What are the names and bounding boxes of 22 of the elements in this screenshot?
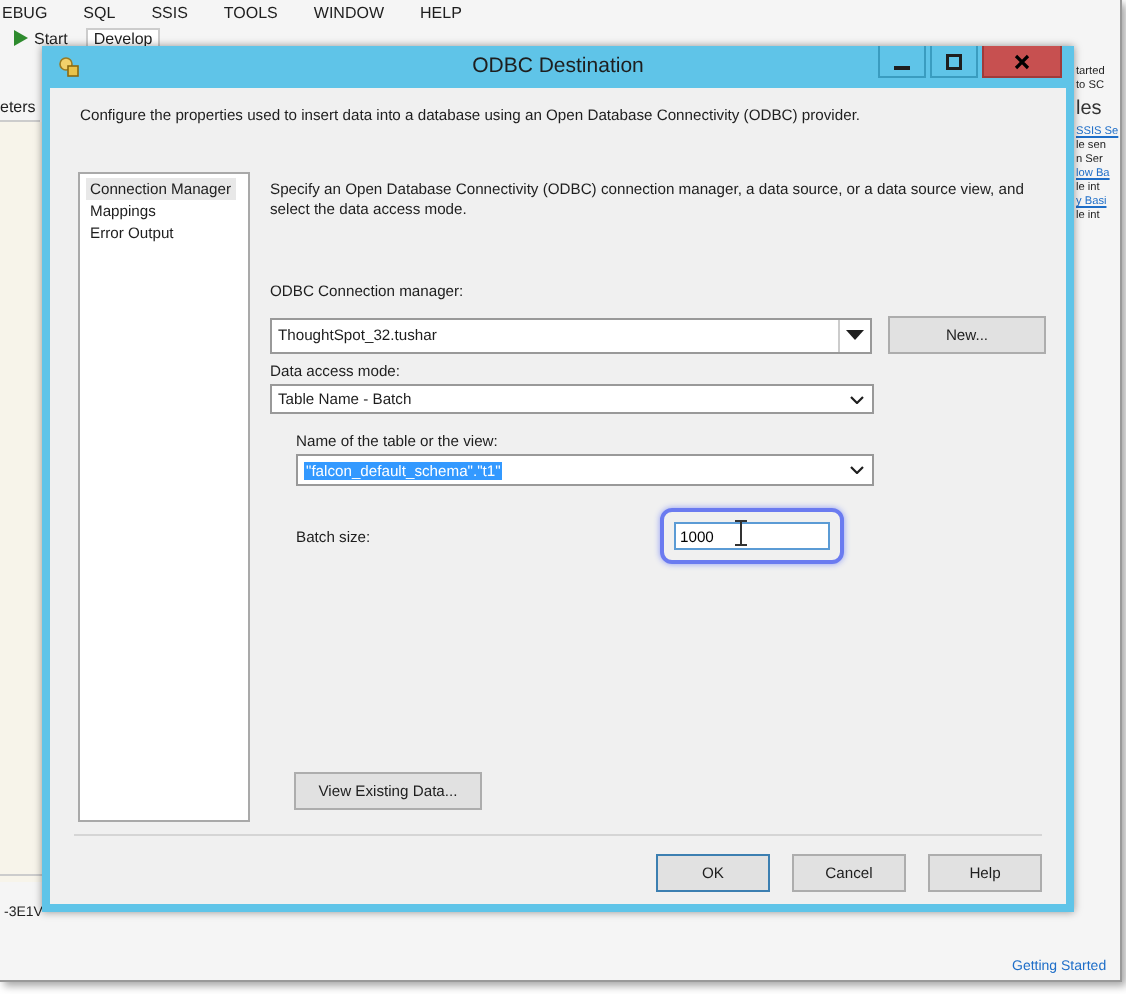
text-cursor-icon [734,520,748,547]
caret-icon [850,466,864,475]
menu-item[interactable]: TOOLS [223,4,278,22]
caret-icon [846,330,864,341]
menu-item[interactable]: SSIS [151,4,188,22]
maximize-icon [946,53,962,69]
menu-item[interactable]: WINDOW [313,4,385,22]
app-icon [58,56,80,78]
menu-item[interactable]: SQL [83,4,116,22]
configuration-dropdown[interactable]: Develop [85,27,161,49]
play-icon[interactable] [14,30,28,46]
menu-item[interactable]: HELP [420,4,462,22]
minimize-icon [894,65,910,69]
section-heading: les [1076,98,1102,120]
minimize-button[interactable] [878,46,926,78]
start-button[interactable]: Start [34,29,68,47]
close-button[interactable] [982,46,1062,78]
maximize-button[interactable] [930,46,978,78]
menu-item[interactable]: EBUG [2,4,48,22]
close-icon [1014,53,1030,69]
window-title: ODBC Destination [472,54,644,79]
caret-icon [850,395,864,404]
